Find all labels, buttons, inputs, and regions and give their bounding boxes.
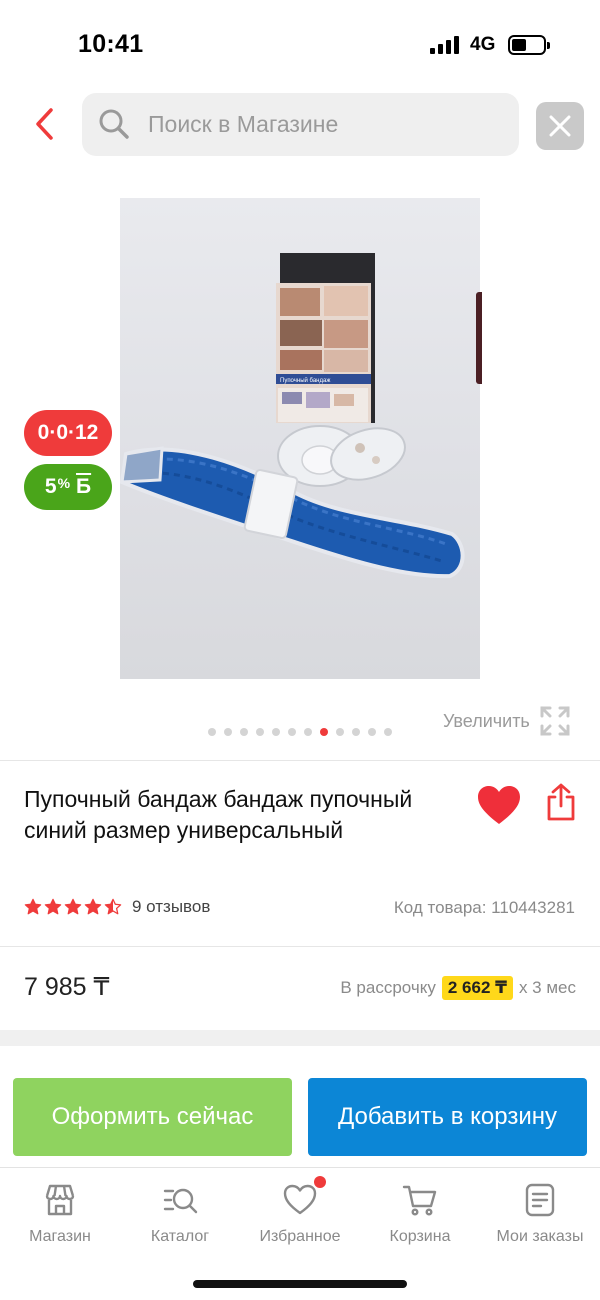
tab-label: Мои заказы	[496, 1228, 584, 1245]
carousel-dot[interactable]	[224, 728, 232, 736]
heart-filled-icon	[478, 786, 520, 824]
star-icon	[24, 898, 42, 915]
home-indicator	[193, 1280, 407, 1288]
carousel-dots	[208, 728, 392, 736]
carousel-dot[interactable]	[368, 728, 376, 736]
add-to-cart-button[interactable]: Добавить в корзину	[308, 1078, 587, 1156]
carousel-dot[interactable]	[272, 728, 280, 736]
tab-catalog[interactable]: Каталог	[120, 1182, 240, 1246]
installment-term: х 3 мес	[518, 978, 576, 997]
signal-icon	[430, 36, 462, 54]
orders-icon	[522, 1182, 558, 1218]
box-label: Пупочный бандаж	[280, 377, 330, 384]
store-icon	[42, 1182, 78, 1218]
tab-label: Магазин	[29, 1228, 91, 1245]
price: 7 985 ₸	[24, 973, 110, 1001]
close-button[interactable]	[536, 102, 584, 150]
rating-stars	[24, 898, 122, 916]
reviews-count: 9 отзывов	[132, 897, 211, 916]
star-icon	[84, 898, 102, 915]
product-image[interactable]: Пупочный бандаж	[120, 198, 480, 679]
next-image-peek	[476, 292, 482, 384]
search-icon	[99, 109, 129, 139]
installment-badge: 0·0·12	[24, 410, 112, 456]
zoom-label: Увеличить	[443, 710, 530, 731]
product-photo: Пупочный бандаж	[120, 253, 465, 579]
installment-prefix: В рассрочку	[340, 978, 436, 997]
installment-amount: 2 662 ₸	[441, 976, 513, 1000]
search-input[interactable]: Поиск в Магазине	[82, 93, 519, 156]
star-icon	[104, 898, 122, 915]
tab-label: Избранное	[259, 1228, 341, 1245]
zoom-button[interactable]: Увеличить	[443, 706, 570, 736]
tab-favorites[interactable]: Избранное	[240, 1176, 360, 1246]
carousel-dot[interactable]	[240, 728, 248, 736]
section-separator	[0, 1030, 600, 1046]
installment-info[interactable]: В рассрочку 2 662 ₸ х 3 мес	[340, 976, 576, 1000]
rating[interactable]: 9 отзывов	[24, 897, 210, 917]
share-button[interactable]	[546, 782, 582, 826]
search-placeholder: Поиск в Магазине	[148, 111, 339, 137]
tab-label: Каталог	[150, 1228, 210, 1245]
bonus-percent: 5	[44, 475, 57, 498]
carousel-dot[interactable]	[288, 728, 296, 736]
close-icon	[549, 115, 571, 137]
expand-icon	[540, 706, 570, 736]
carousel-dot[interactable]	[256, 728, 264, 736]
battery-icon	[508, 35, 550, 55]
notification-dot	[314, 1176, 326, 1188]
heart-outline-icon	[282, 1176, 326, 1218]
carousel-dot[interactable]	[352, 728, 360, 736]
favorite-button[interactable]	[476, 784, 524, 828]
buy-now-button[interactable]: Оформить сейчас	[13, 1078, 292, 1156]
bonus-currency: Б	[76, 475, 92, 498]
chevron-left-icon	[36, 108, 53, 140]
tab-store[interactable]: Магазин	[0, 1182, 120, 1246]
star-icon	[44, 898, 62, 915]
tab-label: Корзина	[389, 1228, 451, 1245]
bonus-percent-sign: %	[57, 475, 71, 491]
back-button[interactable]	[24, 102, 64, 146]
star-icon	[64, 898, 82, 915]
tab-cart[interactable]: Корзина	[360, 1182, 480, 1246]
bonus-badge: 5% Б	[24, 464, 112, 510]
carousel-dot[interactable]	[336, 728, 344, 736]
carousel-dot[interactable]	[384, 728, 392, 736]
share-icon	[547, 783, 575, 821]
divider	[0, 946, 600, 947]
status-bar: 10:41 4G	[0, 0, 600, 90]
network-type: 4G	[470, 34, 496, 55]
product-title: Пупочный бандаж бандаж пупочный синий ра…	[24, 786, 413, 843]
carousel-dot[interactable]	[208, 728, 216, 736]
divider	[0, 760, 600, 761]
product-code: Код товара: 110443281	[393, 898, 575, 917]
cart-icon	[402, 1182, 438, 1218]
catalog-icon	[162, 1182, 198, 1218]
status-time: 10:41	[78, 30, 144, 58]
tab-orders[interactable]: Мои заказы	[480, 1182, 600, 1246]
carousel-dot[interactable]	[320, 728, 328, 736]
carousel-dot[interactable]	[304, 728, 312, 736]
